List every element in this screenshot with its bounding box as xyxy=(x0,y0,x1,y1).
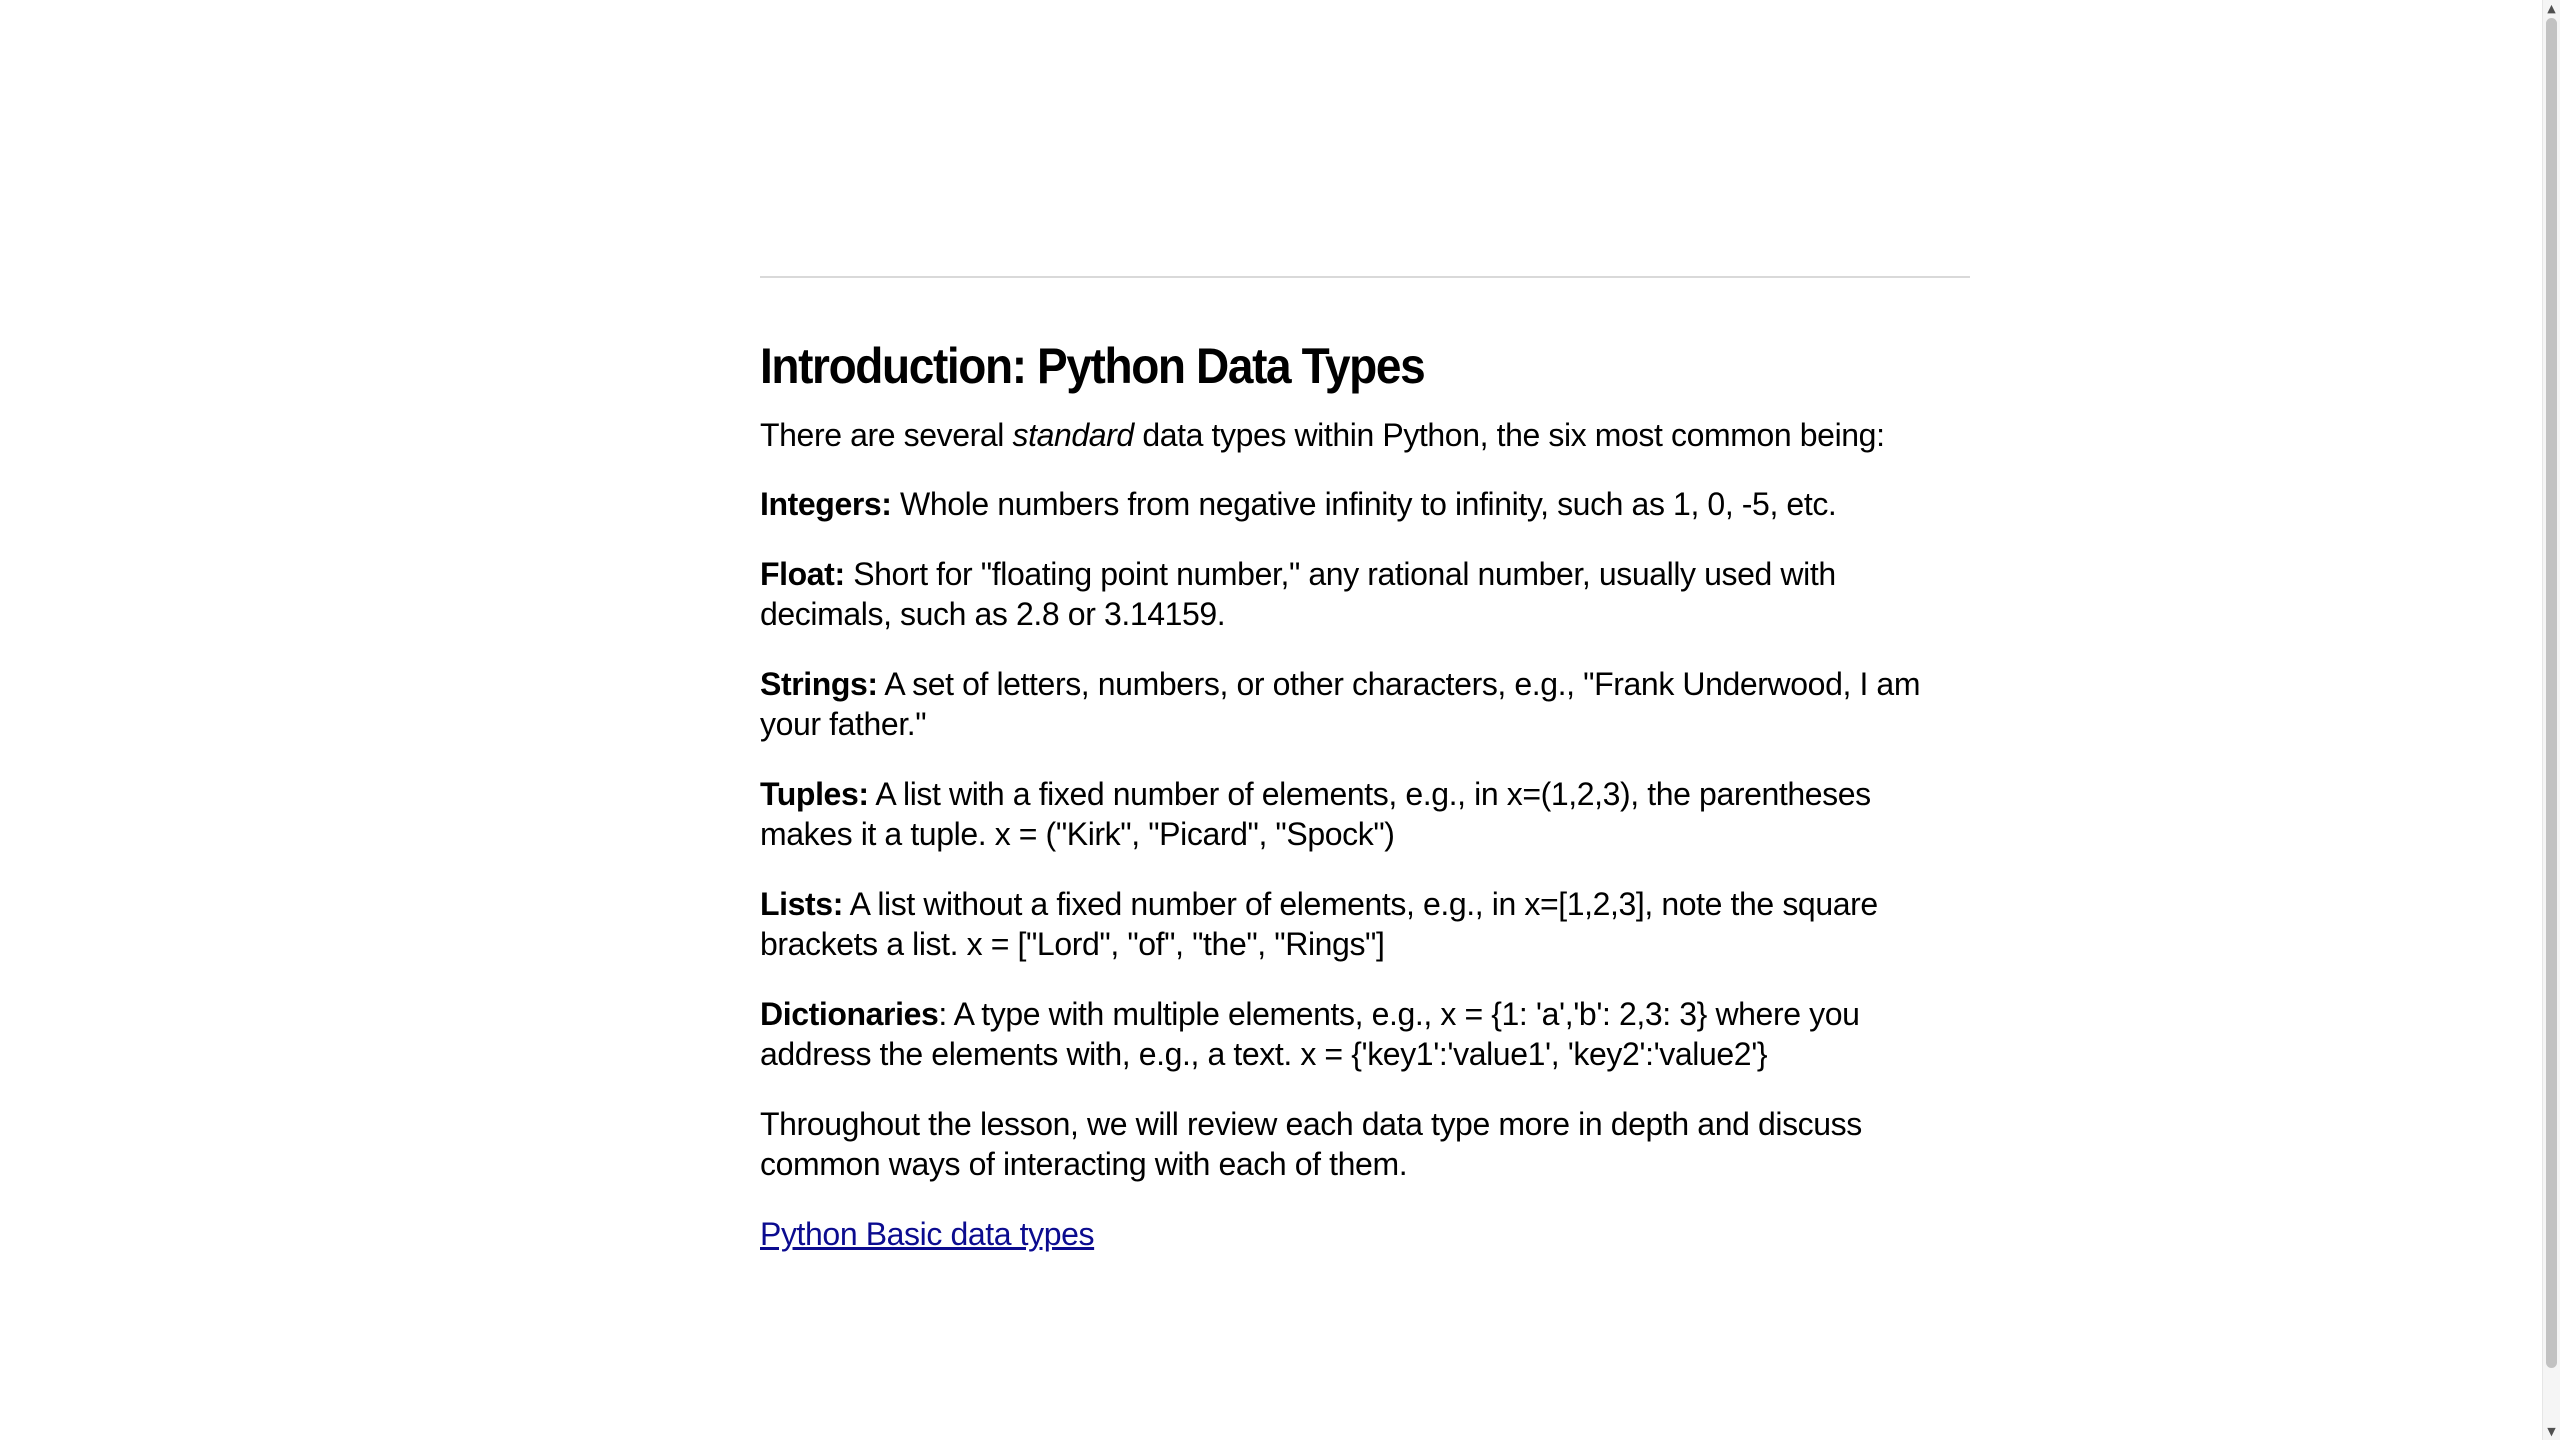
intro-text-after: data types within Python, the six most c… xyxy=(1133,417,1885,453)
intro-text-before: There are several xyxy=(760,417,1013,453)
page-title: Introduction: Python Data Types xyxy=(760,338,1426,394)
type-term: Tuples: xyxy=(760,776,869,812)
horizontal-divider xyxy=(760,276,1970,278)
type-term: Lists: xyxy=(760,886,843,922)
type-paragraph-float: Float: Short for "floating point number,… xyxy=(760,554,1970,634)
article-body: There are several standard data types wi… xyxy=(760,415,1970,1284)
type-description: A list without a fixed number of element… xyxy=(760,886,1878,962)
type-paragraph-strings: Strings: A set of letters, numbers, or o… xyxy=(760,664,1970,744)
type-term: Integers: xyxy=(760,486,892,522)
type-description: Short for "floating point number," any r… xyxy=(760,556,1836,632)
type-term: Dictionaries xyxy=(760,996,939,1032)
type-paragraph-dictionaries: Dictionaries: A type with multiple eleme… xyxy=(760,994,1970,1074)
python-basic-data-types-link[interactable]: Python Basic data types xyxy=(760,1216,1095,1252)
intro-emphasis: standard xyxy=(1012,417,1134,453)
type-paragraph-lists: Lists: A list without a fixed number of … xyxy=(760,884,1970,964)
scroll-down-arrow-icon[interactable]: ▼ xyxy=(2543,1423,2560,1440)
type-description: Whole numbers from negative infinity to … xyxy=(891,486,1837,522)
type-description: A list with a fixed number of elements, … xyxy=(760,776,1871,852)
intro-paragraph: There are several standard data types wi… xyxy=(760,415,1970,455)
article-page: Introduction: Python Data Types There ar… xyxy=(760,0,1970,1440)
scroll-up-arrow-icon[interactable]: ▲ xyxy=(2543,0,2560,17)
type-term: Strings: xyxy=(760,666,878,702)
scrollbar-thumb[interactable] xyxy=(2546,18,2557,1368)
type-description: A set of letters, numbers, or other char… xyxy=(760,666,1921,742)
link-paragraph: Python Basic data types xyxy=(760,1214,1970,1254)
vertical-scrollbar[interactable]: ▲ ▼ xyxy=(2542,0,2560,1440)
closing-paragraph: Throughout the lesson, we will review ea… xyxy=(760,1106,1862,1182)
type-term: Float: xyxy=(760,556,845,592)
type-paragraph-integers: Integers: Whole numbers from negative in… xyxy=(760,484,1970,524)
type-paragraph-tuples: Tuples: A list with a fixed number of el… xyxy=(760,774,1970,854)
